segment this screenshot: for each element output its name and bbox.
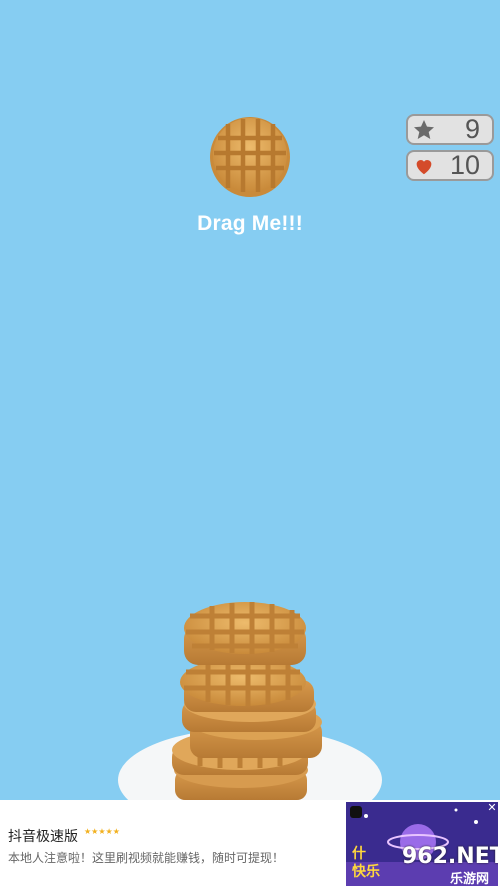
close-icon[interactable]: ✕ [486,802,498,814]
game-canvas[interactable]: 9 10 Drag Me!!! [0,0,500,800]
draggable-waffle[interactable] [210,117,290,197]
ad-badge-sub: 乐游网 [450,871,490,886]
stars-value: 9 [464,114,480,144]
stars-counter: 9 [406,114,494,145]
star-icon [408,116,440,143]
lives-value: 10 [449,150,480,180]
drag-prompt: Drag Me!!! [197,212,303,235]
ad-title[interactable]: 抖音极速版 [8,826,78,846]
ad-rating: ★★★★★ [84,827,120,836]
ad-image[interactable]: 什 快乐 962.NET 乐游网 [346,802,498,886]
waffle-stack [172,602,322,800]
svg-text:快乐: 快乐 [352,863,380,880]
lives-counter: 10 [406,150,494,181]
svg-text:什: 什 [352,845,366,862]
ad-badge: 962.NET [402,844,498,869]
ad-description[interactable]: 本地人注意啦！这里刷视频就能赚钱，随时可提现！ [8,849,284,866]
heart-icon [408,152,440,179]
